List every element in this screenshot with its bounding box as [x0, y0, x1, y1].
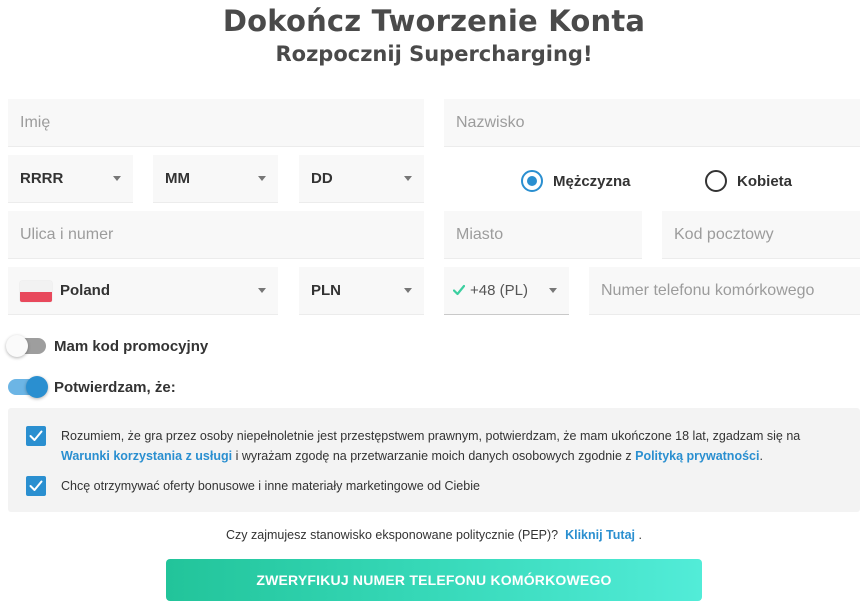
first-name-input[interactable] — [8, 99, 424, 146]
phone-prefix-value: +48 (PL) — [470, 282, 528, 299]
phone-field[interactable] — [589, 267, 860, 315]
confirm-toggle[interactable] — [8, 376, 48, 398]
toggle-knob — [6, 335, 28, 357]
phone-prefix-select[interactable]: +48 (PL) — [444, 267, 569, 315]
pep-link[interactable]: Kliknij Tutaj — [565, 528, 635, 542]
chevron-down-icon — [404, 288, 412, 293]
chevron-down-icon — [404, 176, 412, 181]
checkmark-icon — [29, 430, 43, 441]
country-value: Poland — [60, 282, 111, 299]
postcode-input[interactable] — [662, 211, 860, 258]
gender-female-label: Kobieta — [737, 172, 793, 190]
terms-link[interactable]: Warunki korzystania z usługi — [61, 449, 232, 463]
terms-checkbox[interactable] — [26, 426, 46, 446]
marketing-text: Chcę otrzymywać oferty bonusowe i inne m… — [61, 479, 480, 493]
country-select[interactable]: Poland — [8, 267, 278, 315]
checkmark-icon — [29, 480, 43, 491]
page-subtitle: Rozpocznij Supercharging! — [275, 42, 593, 66]
city-input[interactable] — [444, 211, 642, 258]
poland-flag-icon — [20, 281, 52, 302]
last-name-input[interactable] — [444, 99, 860, 146]
privacy-link[interactable]: Polityką prywatności — [635, 449, 759, 463]
marketing-checkbox[interactable] — [26, 476, 46, 496]
valid-check-icon — [453, 284, 465, 296]
gender-male-label: Mężczyzna — [553, 172, 631, 190]
gender-female-radio[interactable]: Kobieta — [705, 170, 792, 192]
confirm-label: Potwierdzam, że: — [54, 379, 176, 396]
street-input[interactable] — [8, 211, 424, 258]
chevron-down-icon — [113, 176, 121, 181]
terms-text-part2: i wyrażam zgodę na przetwarzanie moich d… — [232, 449, 636, 463]
postcode-field[interactable] — [662, 211, 860, 259]
last-name-field[interactable] — [444, 99, 860, 147]
consent-panel: Rozumiem, że gra przez osoby niepełnolet… — [8, 408, 860, 512]
birth-month-select[interactable]: MM — [153, 155, 278, 203]
chevron-down-icon — [258, 288, 266, 293]
birth-day-select[interactable]: DD — [299, 155, 424, 203]
pep-line: Czy zajmujesz stanowisko eksponowane pol… — [0, 528, 868, 542]
chevron-down-icon — [258, 176, 266, 181]
chevron-down-icon — [549, 288, 557, 293]
pep-suffix: . — [635, 528, 642, 542]
radio-unselected-icon[interactable] — [705, 170, 727, 192]
radio-selected-icon[interactable] — [521, 170, 543, 192]
gender-male-radio[interactable]: Mężczyzna — [521, 170, 631, 192]
birth-year-select[interactable]: RRRR — [8, 155, 133, 203]
promo-code-label: Mam kod promocyjny — [54, 338, 209, 355]
currency-value: PLN — [311, 282, 341, 299]
pep-question: Czy zajmujesz stanowisko eksponowane pol… — [226, 528, 559, 542]
currency-select[interactable]: PLN — [299, 267, 424, 315]
first-name-field[interactable] — [8, 99, 424, 147]
promo-code-toggle[interactable] — [6, 335, 46, 357]
phone-input[interactable] — [589, 267, 860, 314]
street-field[interactable] — [8, 211, 424, 259]
birth-year-value: RRRR — [20, 170, 64, 187]
page-title: Dokończ Tworzenie Konta — [222, 4, 646, 38]
terms-text: Rozumiem, że gra przez osoby niepełnolet… — [61, 426, 851, 466]
toggle-knob — [26, 376, 48, 398]
birth-month-value: MM — [165, 170, 190, 187]
terms-text-part1: Rozumiem, że gra przez osoby niepełnolet… — [61, 429, 801, 443]
city-field[interactable] — [444, 211, 642, 259]
birth-day-value: DD — [311, 170, 333, 187]
verify-phone-button[interactable]: ZWERYFIKUJ NUMER TELEFONU KOMÓRKOWEGO — [166, 559, 702, 601]
terms-text-part3: . — [759, 449, 763, 463]
